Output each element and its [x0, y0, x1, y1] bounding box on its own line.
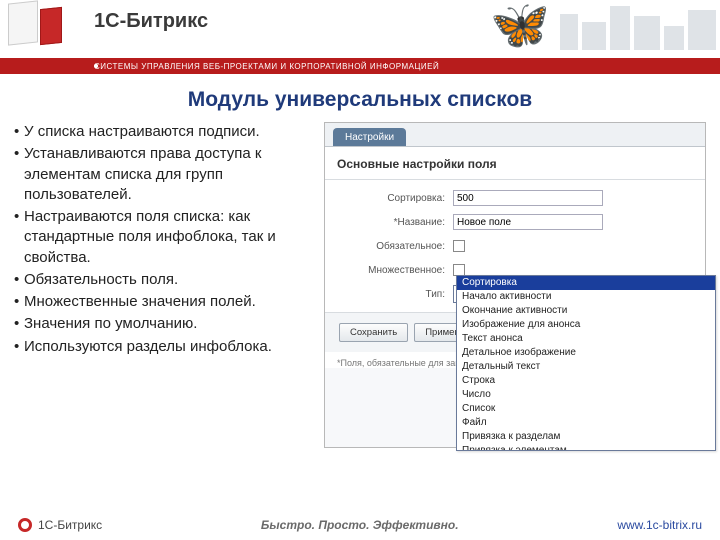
skyline-graphic: [560, 0, 720, 50]
list-item: Значения по умолчанию.: [14, 314, 304, 334]
tab-bar: Настройки: [325, 123, 705, 147]
page-header: 1С-Битрикс 🦋: [0, 0, 720, 58]
page-footer: 1С-Битрикс Быстро. Просто. Эффективно. w…: [0, 510, 720, 540]
sort-input[interactable]: [453, 190, 603, 206]
product-box-graphic: [8, 2, 76, 50]
dropdown-option[interactable]: Изображение для анонса: [457, 318, 715, 332]
list-item: Используются разделы инфоблока.: [14, 337, 304, 357]
feature-list: У списка настраиваются подписи. Устанавл…: [14, 122, 304, 448]
save-button[interactable]: Сохранить: [339, 323, 408, 342]
dropdown-option[interactable]: Файл: [457, 416, 715, 430]
header-tagline: СИСТЕМЫ УПРАВЛЕНИЯ ВЕБ-ПРОЕКТАМИ И КОРПО…: [94, 62, 439, 71]
box-icon: [8, 0, 38, 45]
content-row: У списка настраиваются подписи. Устанавл…: [0, 122, 720, 448]
dropdown-option[interactable]: Число: [457, 388, 715, 402]
dropdown-option[interactable]: Привязка к элементам: [457, 444, 715, 451]
dropdown-option[interactable]: Детальный текст: [457, 360, 715, 374]
dropdown-option[interactable]: Начало активности: [457, 290, 715, 304]
brand-name: 1С-Битрикс: [94, 10, 208, 33]
dropdown-option[interactable]: Детальное изображение: [457, 346, 715, 360]
tab-settings[interactable]: Настройки: [333, 128, 406, 146]
settings-panel-screenshot: Настройки Основные настройки поля Сортир…: [324, 122, 706, 448]
footer-brand: 1С-Битрикс: [38, 518, 102, 532]
dropdown-option[interactable]: Сортировка: [457, 276, 715, 290]
page-title: Модуль универсальных списков: [0, 88, 720, 112]
header-tagline-bar: СИСТЕМЫ УПРАВЛЕНИЯ ВЕБ-ПРОЕКТАМИ И КОРПО…: [0, 58, 720, 74]
multiple-label: Множественное:: [325, 265, 453, 276]
type-dropdown-open[interactable]: Сортировка Начало активности Окончание а…: [456, 275, 716, 451]
box-icon: [40, 7, 62, 45]
section-heading: Основные настройки поля: [325, 147, 705, 180]
name-label: *Название:: [325, 217, 453, 228]
dropdown-option[interactable]: Строка: [457, 374, 715, 388]
dropdown-option[interactable]: Привязка к разделам: [457, 430, 715, 444]
list-item: Устанавливаются права доступа к элемента…: [14, 144, 304, 205]
name-input[interactable]: [453, 214, 603, 230]
dropdown-option[interactable]: Список: [457, 402, 715, 416]
dropdown-option[interactable]: Окончание активности: [457, 304, 715, 318]
list-item: У списка настраиваются подписи.: [14, 122, 304, 142]
required-checkbox[interactable]: [453, 240, 465, 252]
list-item: Обязательность поля.: [14, 270, 304, 290]
butterfly-icon: 🦋: [490, 0, 550, 53]
footer-logo: 1С-Битрикс: [18, 518, 102, 532]
list-item: Множественные значения полей.: [14, 292, 304, 312]
sort-label: Сортировка:: [325, 193, 453, 204]
type-label: Тип:: [325, 289, 453, 300]
footer-slogan: Быстро. Просто. Эффективно.: [261, 518, 459, 532]
ring-icon: [18, 518, 32, 532]
list-item: Настраиваются поля списка: как стандартн…: [14, 207, 304, 268]
required-label: Обязательное:: [325, 241, 453, 252]
footer-url[interactable]: www.1c-bitrix.ru: [617, 518, 702, 532]
dropdown-option[interactable]: Текст анонса: [457, 332, 715, 346]
